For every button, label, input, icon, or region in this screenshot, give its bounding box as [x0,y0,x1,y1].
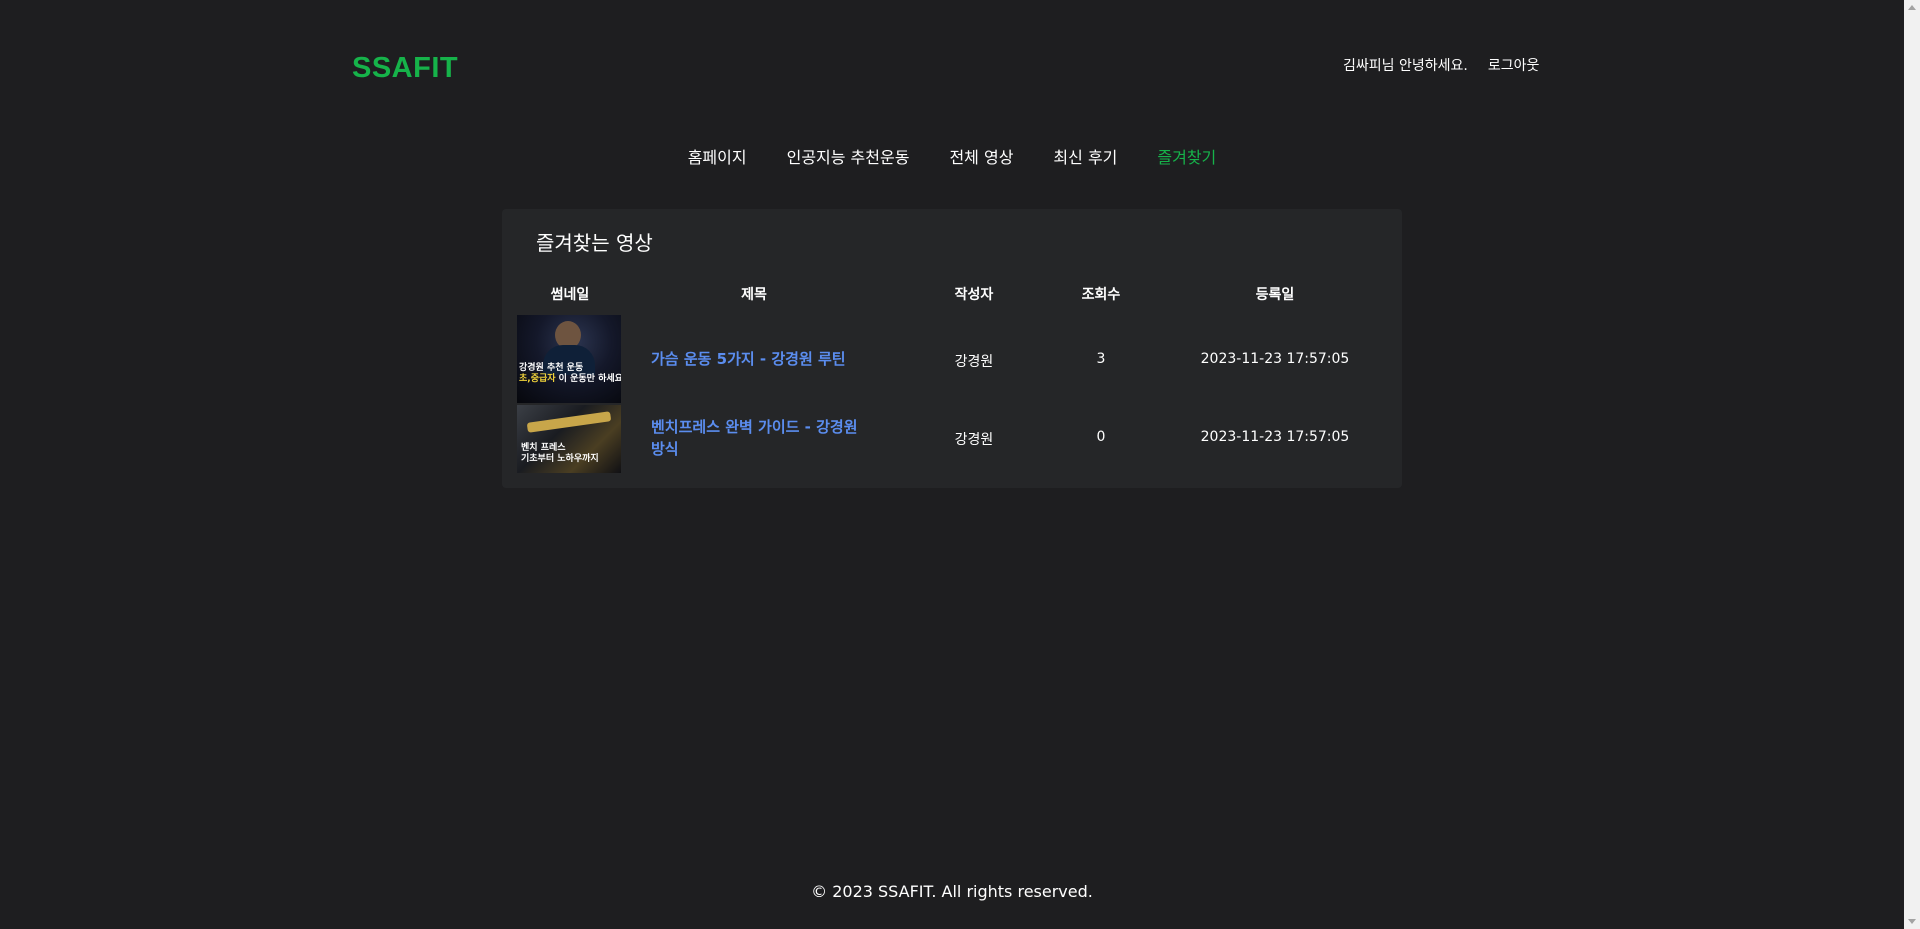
nav-item-ai-recommend[interactable]: 인공지능 추천운동 [787,144,910,168]
thumbnail-caption: 강경원 추천 운동 초,중급자 이 운동만 하세요 [519,363,621,384]
nav-item-home[interactable]: 홈페이지 [688,144,747,168]
page: SSAFIT 김싸피님 안녕하세요. 로그아웃 홈페이지 인공지능 추천운동 전… [0,0,1904,929]
favorites-title: 즐겨찾는 영상 [536,231,653,255]
column-header-author: 작성자 [954,287,994,303]
nav-item-recent-reviews[interactable]: 최신 후기 [1053,144,1117,168]
video-thumbnail[interactable]: 벤치 프레스 기초부터 노하우까지 [517,405,621,473]
column-header-date: 등록일 [1255,287,1295,303]
footer: © 2023 SSAFIT. All rights reserved. [811,882,1093,901]
user-area: 김싸피님 안녕하세요. 로그아웃 [1343,55,1539,75]
vertical-scrollbar[interactable] [1904,0,1920,929]
thumbnail-caption: 벤치 프레스 기초부터 노하우까지 [521,443,599,464]
nav-item-favorites[interactable]: 즐겨찾기 [1157,144,1216,168]
table-row: 벤치 프레스 기초부터 노하우까지 벤치프레스 완벽 가이드 - 강경원 방식 … [502,405,1402,473]
views-cell: 0 [1096,429,1106,445]
views-cell: 3 [1096,351,1106,367]
greeting-text: 김싸피님 안녕하세요. [1343,58,1468,74]
column-header-title: 제목 [741,287,767,303]
author-cell: 강경원 [954,432,994,448]
date-cell: 2023-11-23 17:57:05 [1200,351,1350,367]
table-row: 강경원 추천 운동 초,중급자 이 운동만 하세요 가슴 운동 5가지 - 강경… [502,315,1402,403]
nav-item-all-videos[interactable]: 전체 영상 [949,144,1013,168]
thumbnail-barbell [526,411,612,433]
video-title-link[interactable]: 벤치프레스 완벽 가이드 - 강경원 방식 [651,416,871,460]
scroll-up-icon[interactable] [1908,5,1916,10]
main-nav: 홈페이지 인공지능 추천운동 전체 영상 최신 후기 즐겨찾기 [0,144,1904,168]
author-cell: 강경원 [954,354,994,370]
favorites-card: 즐겨찾는 영상 썸네일 제목 작성자 조회수 등록일 강경원 추천 운동 초,중… [502,209,1402,488]
column-header-views: 조회수 [1081,287,1121,303]
video-thumbnail[interactable]: 강경원 추천 운동 초,중급자 이 운동만 하세요 [517,315,621,403]
video-title-link[interactable]: 가슴 운동 5가지 - 강경원 루틴 [651,348,871,370]
column-header-thumbnail: 썸네일 [550,287,590,303]
date-cell: 2023-11-23 17:57:05 [1200,429,1350,445]
logout-link[interactable]: 로그아웃 [1488,55,1540,75]
scroll-down-icon[interactable] [1908,919,1916,924]
site-logo[interactable]: SSAFIT [352,52,458,85]
